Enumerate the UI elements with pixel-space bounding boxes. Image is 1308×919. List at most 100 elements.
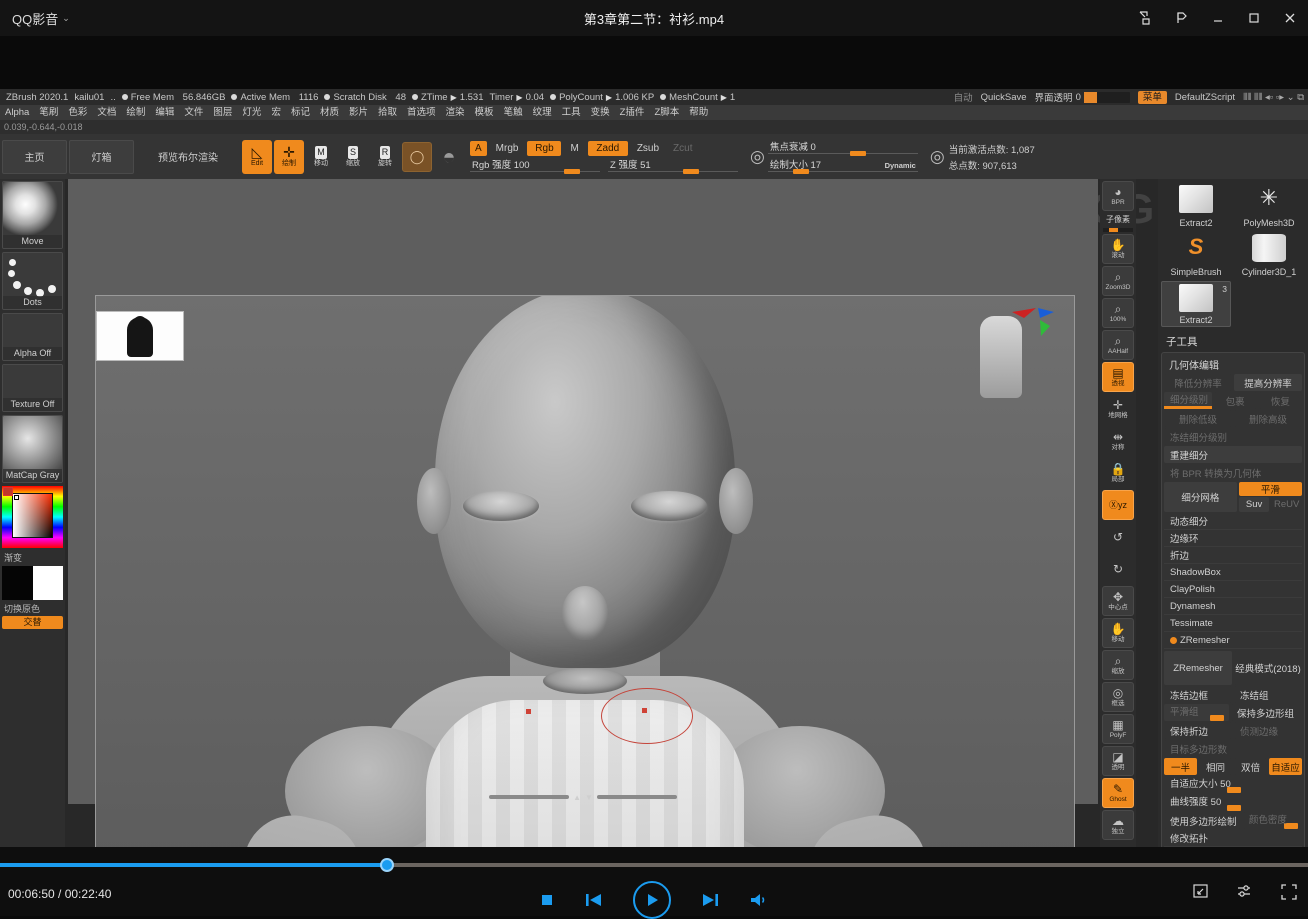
brush-swatch[interactable]: Move xyxy=(2,181,63,249)
model-viewport[interactable] xyxy=(96,296,1074,856)
tool-extract2-a[interactable]: Extract2 xyxy=(1161,183,1231,229)
del-lower-button[interactable]: 删除低级 xyxy=(1164,410,1232,427)
crease-item[interactable]: 折边 xyxy=(1164,547,1302,564)
higher-res-button[interactable]: 提高分辨率 xyxy=(1234,374,1302,391)
freeze-subdiv-button[interactable]: 冻结细分级别 xyxy=(1164,428,1302,445)
menu-item-alpha[interactable]: Alpha xyxy=(0,105,34,120)
rotate-button[interactable]: R 旋转 xyxy=(370,140,400,174)
target-polycount-slider[interactable]: 目标多边形数 xyxy=(1164,740,1302,757)
switch-colors-button[interactable]: 切换原色 xyxy=(2,601,63,616)
smooth-button[interactable]: 平滑 xyxy=(1239,482,1302,496)
tool-polymesh3d[interactable]: ✳ PolyMesh3D xyxy=(1234,183,1304,229)
scroll-button[interactable]: ✋滚动 xyxy=(1102,234,1134,264)
reference-thumbnail[interactable] xyxy=(96,311,184,361)
adaptive-size-slider[interactable]: 自适应大小 50 xyxy=(1164,776,1302,793)
menu-item-material[interactable]: 材质 xyxy=(315,105,344,120)
half-button[interactable]: 一半 xyxy=(1164,758,1197,775)
chevron-down-icon[interactable]: ▼ xyxy=(585,793,593,802)
alpha-swatch[interactable]: Alpha Off xyxy=(2,313,63,361)
convert-bpr-button[interactable]: 将 BPR 转换为几何体 xyxy=(1164,464,1302,481)
symmetry-button[interactable]: ⇹对称 xyxy=(1102,426,1134,456)
del-higher-button[interactable]: 删除高级 xyxy=(1234,410,1302,427)
menu-item-movie[interactable]: 影片 xyxy=(344,105,373,120)
frame-button[interactable]: ◎框选 xyxy=(1102,682,1134,712)
snapshot-icon[interactable] xyxy=(1192,883,1210,904)
minimize-icon[interactable] xyxy=(1200,0,1236,36)
next-button[interactable] xyxy=(701,892,719,908)
menu-item-light[interactable]: 灯光 xyxy=(237,105,266,120)
canvas-scroll-track-2[interactable] xyxy=(597,795,677,799)
player-brand-menu[interactable]: QQ影音 ⌄ xyxy=(12,9,70,28)
double-button[interactable]: 双倍 xyxy=(1234,758,1267,775)
tool-simplebrush[interactable]: S SimpleBrush xyxy=(1161,232,1231,278)
tool-extract2-b[interactable]: 3 Extract2 xyxy=(1161,281,1231,327)
floor-button[interactable]: ✛地网格 xyxy=(1102,394,1134,424)
close-icon[interactable] xyxy=(1272,0,1308,36)
menu-item-marker[interactable]: 标记 xyxy=(286,105,315,120)
previous-button[interactable] xyxy=(585,892,603,908)
rail-move-button[interactable]: ✋移动 xyxy=(1102,618,1134,648)
polyf-button[interactable]: ▦PolyF xyxy=(1102,714,1134,744)
menu-item-stroke[interactable]: 笔触 xyxy=(499,105,528,120)
current-color-chip[interactable] xyxy=(3,487,13,496)
alternate-button[interactable]: 交替 xyxy=(2,616,63,629)
maximize-icon[interactable] xyxy=(1236,0,1272,36)
cast-icon[interactable] xyxy=(1164,0,1200,36)
rgb-intensity-slider[interactable]: Rgb 强度 100 xyxy=(470,158,600,173)
chevron-up-icon[interactable]: ▲ xyxy=(573,793,581,802)
canvas-area[interactable]: ▲ ▼ xyxy=(68,179,1098,804)
tool-cylinder3d[interactable]: Cylinder3D_1 xyxy=(1234,232,1304,278)
same-button[interactable]: 相同 xyxy=(1199,758,1232,775)
color-density-slider[interactable]: 颜色密度 xyxy=(1243,812,1302,829)
reuv-button[interactable]: ReUV xyxy=(1271,497,1302,512)
transparency-slider[interactable]: 界面透明 0 xyxy=(1035,90,1130,104)
toolbar-tab-lightbox[interactable]: 灯箱 xyxy=(69,140,134,174)
adaptive-button[interactable]: 自适应 xyxy=(1269,758,1302,775)
canvas-scroll-track[interactable] xyxy=(489,795,569,799)
center-button[interactable]: ✥中心点 xyxy=(1102,586,1134,616)
zoom3d-button[interactable]: ⌕Zoom3D xyxy=(1102,266,1134,296)
aahalf-button[interactable]: ⌕AAHalf xyxy=(1102,330,1134,360)
curve-strength-slider[interactable]: 曲线强度 50 xyxy=(1164,794,1302,811)
divide-button[interactable]: 细分网格 xyxy=(1164,482,1237,512)
menu-item-tool[interactable]: 工具 xyxy=(557,105,586,120)
toolbar-tab-home[interactable]: 主页 xyxy=(2,140,67,174)
perspective-button[interactable]: ▤透视 xyxy=(1102,362,1134,392)
channel-mrgb-button[interactable]: Mrgb xyxy=(491,141,524,156)
rail-scale-button[interactable]: ⌕缩放 xyxy=(1102,650,1134,680)
canvas-document[interactable] xyxy=(95,295,1075,857)
freeze-groups-button[interactable]: 冻结组 xyxy=(1234,686,1302,703)
subdiv-level-slider[interactable]: 细分级别 xyxy=(1164,392,1212,409)
xyz-button[interactable]: Ⓧyz xyxy=(1102,490,1134,520)
zremesher-item[interactable]: ZRemesher xyxy=(1164,632,1302,649)
restore-mini-icon[interactable] xyxy=(1128,0,1164,36)
gradient-label[interactable]: 渐变 xyxy=(2,550,63,565)
use-polypaint-button[interactable]: 使用多边形绘制 xyxy=(1164,812,1241,829)
subpixel-slider[interactable] xyxy=(1103,228,1133,232)
stop-button[interactable] xyxy=(539,892,555,908)
menu-item-help[interactable]: 帮助 xyxy=(684,105,713,120)
progress-handle[interactable] xyxy=(380,858,394,872)
draw-size-slider[interactable]: 绘制大小 17 Dynamic xyxy=(768,158,918,173)
menu-item-zplugin[interactable]: Z插件 xyxy=(615,105,650,120)
subtool-header[interactable]: 子工具 xyxy=(1158,329,1308,352)
material-swatch-button[interactable]: ◯ xyxy=(402,142,432,172)
rotate-ccw-button[interactable]: ↺ xyxy=(1102,522,1134,552)
play-button[interactable] xyxy=(633,881,671,919)
settings-sliders-icon[interactable] xyxy=(1236,883,1254,904)
primary-color-swatch[interactable] xyxy=(2,566,33,600)
edit-button[interactable]: ◺ Edit xyxy=(242,140,272,174)
menu-item-layer[interactable]: 图层 xyxy=(208,105,237,120)
menu-item-stencil[interactable]: 模板 xyxy=(470,105,499,120)
menu-item-picker[interactable]: 拾取 xyxy=(373,105,402,120)
actual-size-button[interactable]: ⌕100% xyxy=(1102,298,1134,328)
volume-button[interactable] xyxy=(749,892,769,908)
menu-item-preferences[interactable]: 首选项 xyxy=(402,105,441,120)
progress-bar[interactable] xyxy=(0,863,1308,867)
menu-item-transform[interactable]: 变换 xyxy=(586,105,615,120)
menu-item-zscript[interactable]: Z脚本 xyxy=(649,105,684,120)
tray-icons[interactable]: ⦀⦀ ⦀⦀ ◂▫ ▫▸ ⌄ ⧉ xyxy=(1243,92,1304,103)
suv-button[interactable]: Suv xyxy=(1239,497,1270,512)
keep-creases-button[interactable]: 保持折边 xyxy=(1164,722,1232,739)
channel-zcut-button[interactable]: Zcut xyxy=(668,141,697,156)
